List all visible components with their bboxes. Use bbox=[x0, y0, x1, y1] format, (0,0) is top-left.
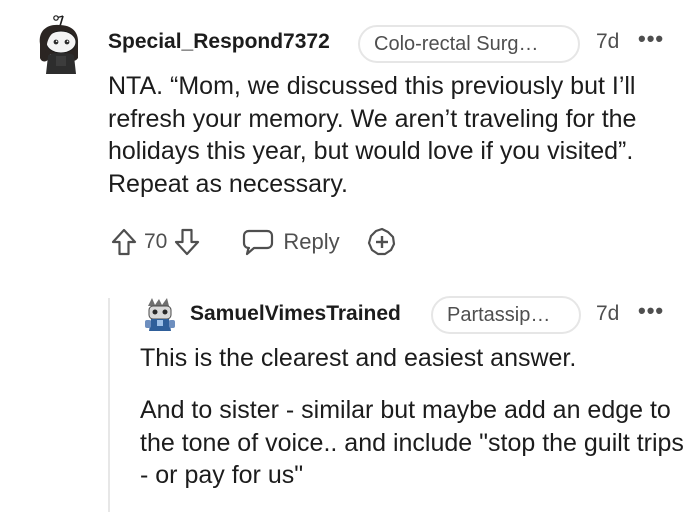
comment-author[interactable]: SamuelVimesTrained bbox=[190, 302, 401, 326]
comment-author[interactable]: Special_Respond7372 bbox=[108, 30, 330, 54]
more-options-button[interactable]: ••• bbox=[638, 26, 664, 52]
award-plus-icon[interactable] bbox=[366, 226, 398, 258]
comment-actions: 70 Reply bbox=[110, 226, 398, 258]
reply-button[interactable]: Reply bbox=[241, 228, 340, 256]
upvote-icon[interactable] bbox=[110, 227, 138, 257]
user-flair: Partassip… bbox=[431, 296, 581, 334]
vote-count: 70 bbox=[144, 230, 168, 253]
avatar[interactable] bbox=[142, 296, 178, 332]
timestamp: 7d bbox=[596, 30, 620, 53]
user-flair: Colo-rectal Surg… bbox=[358, 25, 580, 63]
downvote-icon[interactable] bbox=[173, 227, 201, 257]
comment-body-paragraph: This is the clearest and easiest answer. bbox=[140, 344, 577, 372]
reply-bubble-icon bbox=[241, 228, 275, 256]
avatar[interactable] bbox=[34, 14, 84, 76]
more-options-button[interactable]: ••• bbox=[638, 298, 664, 324]
timestamp: 7d bbox=[596, 302, 620, 325]
reply-label: Reply bbox=[283, 229, 340, 254]
comment-body: NTA. “Mom, we discussed this previously … bbox=[108, 72, 637, 198]
comment-body-paragraph: And to sister - similar but maybe add an… bbox=[140, 396, 684, 489]
thread-line[interactable] bbox=[108, 298, 110, 512]
